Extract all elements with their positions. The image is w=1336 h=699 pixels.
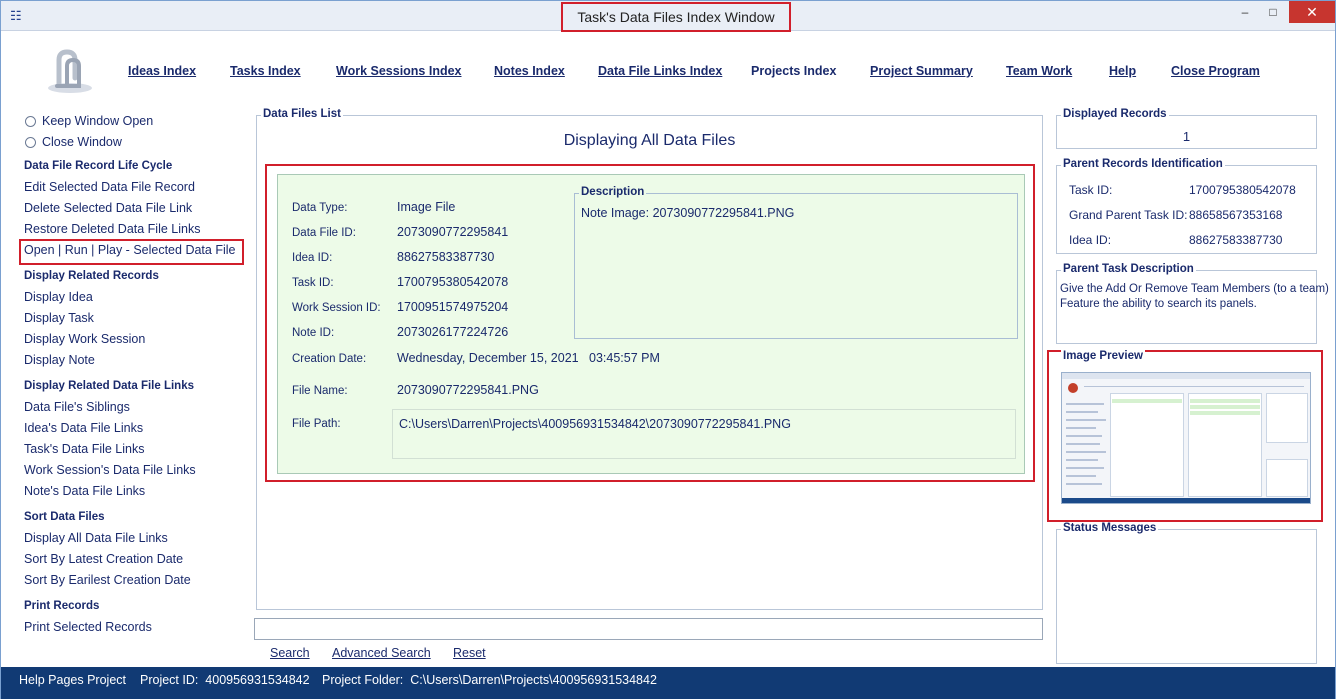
nav-close-program[interactable]: Close Program: [1171, 64, 1260, 78]
search-input[interactable]: [254, 618, 1043, 640]
related-links-heading: Display Related Data File Links: [24, 380, 195, 392]
nav-projects-index[interactable]: Projects Index: [751, 64, 836, 78]
sort-heading: Sort Data Files: [24, 511, 105, 523]
note-id-value: 2073026177224726: [397, 325, 509, 339]
parent-records-legend: Parent Records Identification: [1061, 158, 1225, 170]
close-window-radio[interactable]: Close Window: [25, 133, 122, 151]
sort-earliest-link[interactable]: Sort By Earilest Creation Date: [24, 573, 191, 587]
parent-task-id-label: Task ID:: [1069, 183, 1113, 197]
project-id: Project ID: 400956931534842: [140, 673, 310, 687]
image-preview-legend: Image Preview: [1061, 350, 1145, 362]
file-name-value: 2073090772295841.PNG: [397, 383, 539, 397]
parent-records-panel: Parent Records Identification Task ID: 1…: [1056, 158, 1317, 254]
print-heading: Print Records: [24, 600, 100, 612]
task-id-value: 1700795380542078: [397, 275, 509, 289]
parent-desc-line-2: Feature the ability to search its panels…: [1060, 298, 1257, 310]
open-data-file-highlight: [19, 239, 244, 265]
minimize-icon[interactable]: –: [1231, 1, 1259, 23]
image-preview-panel: Image Preview: [1047, 350, 1323, 522]
display-task-link[interactable]: Display Task: [24, 311, 94, 325]
parent-desc-line-1: Give the Add Or Remove Team Members (to …: [1060, 283, 1329, 295]
nav-project-summary[interactable]: Project Summary: [870, 64, 973, 78]
session-id-label: Work Session ID:: [292, 302, 381, 314]
nav-team-work[interactable]: Team Work: [1006, 64, 1072, 78]
file-id-label: Data File ID:: [292, 227, 356, 239]
app-logo-icon: ☷: [10, 8, 22, 23]
nav-tasks-index[interactable]: Tasks Index: [230, 64, 301, 78]
creation-date-label: Creation Date:: [292, 353, 367, 365]
note-id-label: Note ID:: [292, 327, 335, 339]
displayed-records-count: 1: [1182, 129, 1191, 144]
parent-task-description-panel: Parent Task Description Give the Add Or …: [1056, 263, 1329, 344]
nav-data-file-links-index[interactable]: Data File Links Index: [598, 64, 722, 78]
status-bar: Help Pages Project Project ID: 400956931…: [1, 667, 1335, 699]
nav-ideas-index[interactable]: Ideas Index: [128, 64, 196, 78]
data-file-record[interactable]: Data Type: Image File Data File ID: 2073…: [277, 174, 1025, 474]
description-legend: Description: [579, 186, 647, 198]
data-type-value: Image File: [397, 200, 456, 214]
creation-date-value: Wednesday, December 15, 2021 03:45:57 PM: [397, 351, 660, 365]
file-path-value: C:\Users\Darren\Projects\400956931534842…: [399, 417, 791, 431]
sort-latest-link[interactable]: Sort By Latest Creation Date: [24, 552, 183, 566]
edit-record-link[interactable]: Edit Selected Data File Record: [24, 180, 195, 194]
radio-circle-icon: [25, 115, 36, 127]
parent-task-description-legend: Parent Task Description: [1061, 263, 1196, 275]
print-selected-link[interactable]: Print Selected Records: [24, 620, 152, 634]
idea-id-value: 88627583387730: [397, 250, 495, 264]
task-links-link[interactable]: Task's Data File Links: [24, 442, 144, 456]
status-messages-panel: Status Messages: [1056, 522, 1317, 664]
siblings-link[interactable]: Data File's Siblings: [24, 400, 130, 414]
maximize-icon[interactable]: □: [1259, 1, 1287, 23]
note-links-link[interactable]: Note's Data File Links: [24, 484, 145, 498]
delete-link-link[interactable]: Delete Selected Data File Link: [24, 201, 192, 215]
reset-button[interactable]: Reset: [453, 646, 486, 660]
close-icon[interactable]: ✕: [1289, 1, 1335, 23]
idea-id-label: Idea ID:: [292, 252, 333, 264]
idea-links-link[interactable]: Idea's Data File Links: [24, 421, 143, 435]
nav-help[interactable]: Help: [1109, 64, 1136, 78]
grand-parent-label: Grand Parent Task ID:: [1069, 208, 1188, 222]
displayed-records-legend: Displayed Records: [1061, 108, 1169, 120]
data-files-list-legend: Data Files List: [261, 108, 343, 120]
related-records-heading: Display Related Records: [24, 270, 159, 282]
session-id-value: 1700951574975204: [397, 300, 509, 314]
main-content: Ideas Index Tasks Index Work Sessions In…: [9, 32, 1329, 667]
restore-links-link[interactable]: Restore Deleted Data File Links: [24, 222, 200, 236]
app-window: ☷ Task's Data Files Index Window – □ ✕ I…: [0, 0, 1336, 699]
session-links-link[interactable]: Work Session's Data File Links: [24, 463, 196, 477]
radio-circle-icon: [25, 136, 36, 148]
project-name: Help Pages Project: [19, 673, 127, 687]
status-messages-legend: Status Messages: [1061, 522, 1159, 534]
image-preview-thumbnail[interactable]: [1061, 372, 1311, 504]
file-id-value: 2073090772295841: [397, 225, 509, 239]
list-title: Displaying All Data Files: [563, 132, 736, 149]
grand-parent-value: 88658567353168: [1189, 208, 1283, 222]
display-all-links-link[interactable]: Display All Data File Links: [24, 531, 168, 545]
display-work-session-link[interactable]: Display Work Session: [24, 332, 145, 346]
keep-window-open-radio[interactable]: Keep Window Open: [25, 112, 153, 130]
description-box: Description Note Image: 2073090772295841…: [574, 186, 1018, 339]
file-path-label: File Path:: [292, 418, 341, 430]
task-id-label: Task ID:: [292, 277, 334, 289]
parent-task-id-value: 1700795380542078: [1189, 183, 1296, 197]
advanced-search-button[interactable]: Advanced Search: [332, 646, 431, 660]
nav-work-sessions-index[interactable]: Work Sessions Index: [336, 64, 462, 78]
selected-record-box[interactable]: Data Type: Image File Data File ID: 2073…: [265, 164, 1035, 482]
description-text: Note Image: 2073090772295841.PNG: [581, 206, 795, 220]
app-logo-icon: [48, 49, 92, 93]
search-button[interactable]: Search: [270, 646, 310, 660]
parent-idea-id-value: 88627583387730: [1189, 233, 1283, 247]
title-bar: ☷ Task's Data Files Index Window – □ ✕: [1, 1, 1335, 32]
data-type-label: Data Type:: [292, 202, 348, 214]
lifecycle-heading: Data File Record Life Cycle: [24, 160, 173, 172]
display-idea-link[interactable]: Display Idea: [24, 290, 93, 304]
display-note-link[interactable]: Display Note: [24, 353, 95, 367]
file-name-label: File Name:: [292, 385, 348, 397]
parent-idea-id-label: Idea ID:: [1069, 233, 1112, 247]
project-folder: Project Folder: C:\Users\Darren\Projects…: [322, 673, 657, 687]
displayed-records-panel: Displayed Records 1: [1056, 108, 1317, 149]
window-title: Task's Data Files Index Window: [561, 2, 791, 32]
file-path-box: C:\Users\Darren\Projects\400956931534842…: [392, 409, 1016, 459]
nav-notes-index[interactable]: Notes Index: [494, 64, 565, 78]
